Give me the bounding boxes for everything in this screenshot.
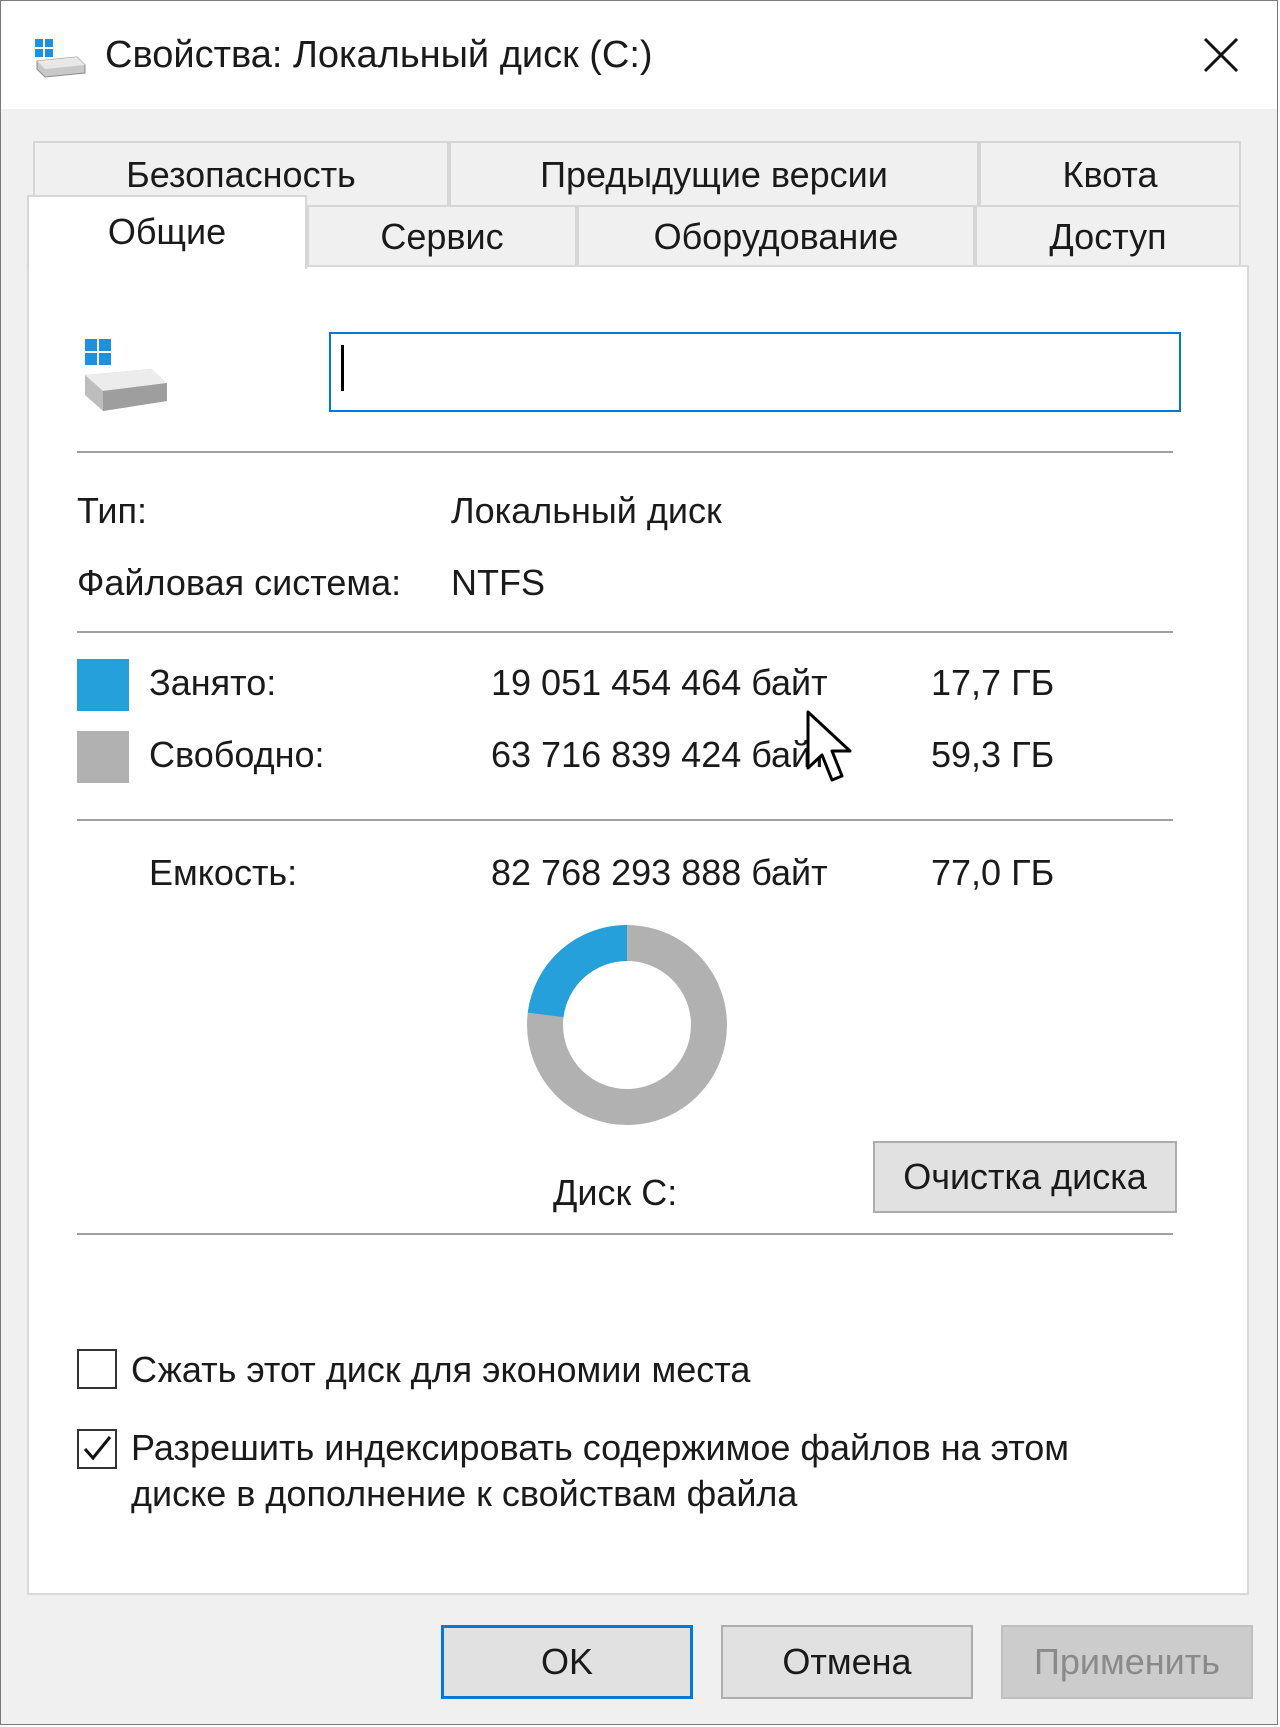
- type-label: Тип:: [77, 490, 148, 531]
- used-bytes: 19 051 454 464 байт: [491, 662, 828, 703]
- cancel-button[interactable]: Отмена: [721, 1625, 973, 1699]
- divider: [77, 631, 1173, 633]
- compress-checkbox[interactable]: [77, 1349, 117, 1389]
- drive-icon: [35, 39, 86, 78]
- disk-usage-donut: [527, 925, 727, 1125]
- mouse-cursor-icon: [806, 710, 852, 782]
- tab-hardware[interactable]: Оборудование: [577, 205, 975, 267]
- checkmark-icon: [83, 1436, 112, 1461]
- cancel-label: Отмена: [782, 1641, 912, 1682]
- fs-value: NTFS: [451, 562, 545, 603]
- type-value: Локальный диск: [451, 490, 722, 531]
- tab-previous-versions[interactable]: Предыдущие версии: [449, 141, 979, 207]
- tab-sharing[interactable]: Доступ: [975, 205, 1241, 267]
- fs-label: Файловая система:: [77, 562, 402, 603]
- tab-label: Общие: [107, 211, 227, 252]
- used-gb: 17,7 ГБ: [931, 662, 1055, 703]
- disk-cleanup-button[interactable]: Очистка диска: [873, 1141, 1177, 1213]
- free-bytes: 63 716 839 424 байт: [491, 734, 828, 775]
- capacity-label: Емкость:: [149, 852, 298, 893]
- apply-button[interactable]: Применить: [1001, 1625, 1253, 1699]
- index-label-line1: Разрешить индексировать содержимое файло…: [131, 1427, 1070, 1468]
- free-label: Свободно:: [149, 734, 325, 775]
- ok-label: OK: [540, 1641, 593, 1682]
- tab-label: Оборудование: [653, 216, 899, 257]
- title-bar: Свойства: Локальный диск (C:): [1, 1, 1277, 109]
- tab-label: Сервис: [380, 216, 504, 257]
- tab-label: Доступ: [1049, 216, 1167, 257]
- apply-label: Применить: [1033, 1641, 1220, 1682]
- drive-large-icon: [85, 339, 167, 411]
- capacity-gb: 77,0 ГБ: [931, 852, 1055, 893]
- tab-label: Предыдущие версии: [540, 154, 888, 195]
- capacity-bytes: 82 768 293 888 байт: [491, 852, 828, 893]
- close-button[interactable]: [1185, 21, 1257, 89]
- close-icon: [1203, 37, 1239, 73]
- index-checkbox[interactable]: [77, 1429, 117, 1469]
- tab-label: Безопасность: [126, 154, 356, 195]
- used-label: Занято:: [149, 662, 277, 703]
- divider: [77, 819, 1173, 821]
- ok-button[interactable]: OK: [441, 1625, 693, 1699]
- free-color-swatch: [77, 731, 129, 783]
- compress-label: Сжать этот диск для экономии места: [131, 1349, 751, 1390]
- tab-label: Квота: [1062, 154, 1158, 195]
- used-color-swatch: [77, 659, 129, 711]
- tab-tools[interactable]: Сервис: [307, 205, 577, 267]
- tab-general[interactable]: Общие: [27, 195, 307, 269]
- properties-dialog: Свойства: Локальный диск (C:) Безопаснос…: [0, 0, 1278, 1725]
- text-caret: [341, 345, 344, 391]
- divider: [77, 1233, 1173, 1235]
- drive-caption: Диск C:: [553, 1172, 678, 1213]
- disk-cleanup-label: Очистка диска: [903, 1156, 1147, 1197]
- free-gb: 59,3 ГБ: [931, 734, 1055, 775]
- window-title: Свойства: Локальный диск (C:): [105, 34, 653, 76]
- index-label-line2: диске в дополнение к свойствам файла: [131, 1473, 798, 1514]
- tab-quota[interactable]: Квота: [979, 141, 1241, 207]
- volume-label-input[interactable]: [329, 332, 1181, 412]
- divider: [77, 451, 1173, 453]
